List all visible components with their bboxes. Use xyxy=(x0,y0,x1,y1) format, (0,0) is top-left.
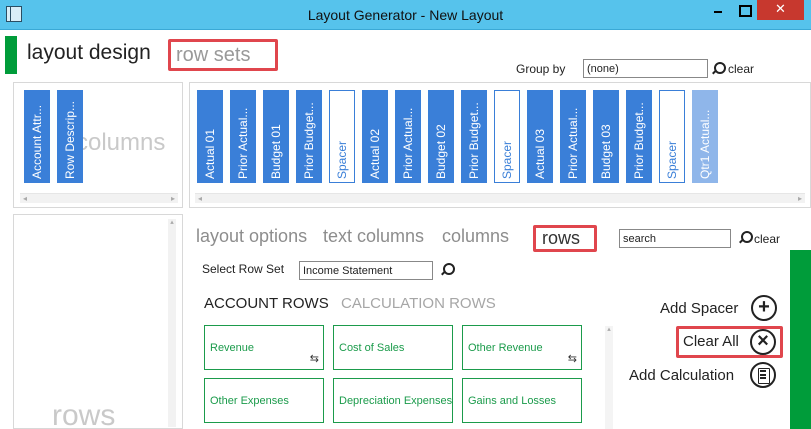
layout-column-tile-label: Spacer xyxy=(665,140,679,179)
rows-search-icon[interactable] xyxy=(738,231,753,245)
minimize-button[interactable] xyxy=(705,0,731,20)
row-tile-label: Revenue xyxy=(210,342,255,354)
row-tile-4[interactable]: Depreciation Expenses xyxy=(333,378,453,423)
row-tile-5[interactable]: Gains and Losses xyxy=(462,378,582,423)
rows-v-scrollbar[interactable]: ▴ xyxy=(168,219,176,427)
tab-calculation-rows[interactable]: CALCULATION ROWS xyxy=(341,295,496,312)
row-tile-2[interactable]: Other Revenue ⇆ xyxy=(462,325,582,370)
layout-column-tile-label: Prior Actual... xyxy=(236,107,250,179)
tab-text-columns[interactable]: text columns xyxy=(323,226,424,247)
layout-column-tile-2[interactable]: Budget 01 xyxy=(263,90,289,183)
swap-icon[interactable]: ⇆ xyxy=(310,354,319,365)
layout-column-tile-label: Spacer xyxy=(335,140,349,179)
layout-column-tile-12[interactable]: Budget 03 xyxy=(593,90,619,183)
rows-search-input[interactable] xyxy=(619,229,731,248)
layout-column-tile-9[interactable]: Spacer xyxy=(494,90,520,183)
layout-column-tile-label: Spacer xyxy=(500,140,514,179)
group-by-search-icon[interactable] xyxy=(711,62,726,76)
tab-rows[interactable]: rows xyxy=(533,225,597,252)
row-tile-label: Cost of Sales xyxy=(339,342,405,354)
header-accent-bar xyxy=(5,36,17,74)
layout-column-tile-label: Actual 01 xyxy=(203,128,217,179)
layout-column-tile-8[interactable]: Prior Budget... xyxy=(461,90,487,183)
right-accent-bar xyxy=(790,250,811,429)
tab-columns[interactable]: columns xyxy=(442,226,509,247)
layout-column-tile-label: Budget 03 xyxy=(599,124,613,179)
row-tile-label: Gains and Losses xyxy=(468,395,557,407)
layout-column-tile-label: Actual 02 xyxy=(368,128,382,179)
add-spacer-plus-icon[interactable]: + xyxy=(751,295,777,321)
layout-column-tile-3[interactable]: Prior Budget... xyxy=(296,90,322,183)
row-tile-3[interactable]: Other Expenses xyxy=(204,378,324,423)
layout-column-tile-4[interactable]: Spacer xyxy=(329,90,355,183)
layout-column-tile-label: Prior Budget... xyxy=(632,102,646,179)
add-calculation-label[interactable]: Add Calculation xyxy=(629,367,734,384)
layout-column-tile-13[interactable]: Prior Budget... xyxy=(626,90,652,183)
layout-column-tile-label: Budget 02 xyxy=(434,124,448,179)
available-column-tile-label: Account Attr... xyxy=(30,104,44,179)
available-column-tile-label: Row Descrip... xyxy=(63,100,77,179)
clear-all-x-icon[interactable]: × xyxy=(750,329,776,355)
layout-column-tile-label: Prior Actual... xyxy=(401,107,415,179)
maximize-button[interactable] xyxy=(731,0,757,20)
tab-layout-options[interactable]: layout options xyxy=(196,226,307,247)
group-by-clear-link[interactable]: clear xyxy=(728,62,754,76)
layout-column-tile-1[interactable]: Prior Actual... xyxy=(230,90,256,183)
layout-column-tile-label: Qtr1 Actual... xyxy=(698,109,712,179)
rows-ghost-label: rows xyxy=(52,399,116,429)
row-tile-0[interactable]: Revenue ⇆ xyxy=(204,325,324,370)
add-spacer-label[interactable]: Add Spacer xyxy=(660,300,738,317)
calculator-icon[interactable] xyxy=(750,362,776,388)
row-set-field[interactable] xyxy=(299,261,433,280)
select-row-set-label: Select Row Set xyxy=(202,262,285,276)
layout-column-tile-11[interactable]: Prior Actual... xyxy=(560,90,586,183)
tab-layout-design[interactable]: layout design xyxy=(27,41,151,65)
layout-column-tile-7[interactable]: Budget 02 xyxy=(428,90,454,183)
columns-h-scrollbar[interactable]: ◂ ▸ xyxy=(20,193,178,203)
rows-search-clear-link[interactable]: clear xyxy=(754,232,780,246)
available-column-tile-0[interactable]: Account Attr... xyxy=(24,90,50,183)
layout-column-tile-14[interactable]: Spacer xyxy=(659,90,685,183)
group-by-field[interactable] xyxy=(583,59,708,78)
layout-column-tile-0[interactable]: Actual 01 xyxy=(197,90,223,183)
row-tile-label: Other Expenses xyxy=(210,395,289,407)
available-column-tile-1[interactable]: Row Descrip... xyxy=(57,90,83,183)
row-set-search-icon[interactable] xyxy=(440,263,455,277)
title-bar: Layout Generator - New Layout ✕ xyxy=(0,0,811,30)
layout-column-tile-10[interactable]: Actual 03 xyxy=(527,90,553,183)
row-tile-label: Other Revenue xyxy=(468,342,543,354)
clear-all-label[interactable]: Clear All xyxy=(683,333,739,350)
row-tiles-v-scrollbar[interactable]: ▴ xyxy=(605,326,613,429)
swap-icon[interactable]: ⇆ xyxy=(568,354,577,365)
layout-column-tile-label: Prior Actual... xyxy=(566,107,580,179)
layout-column-tile-label: Actual 03 xyxy=(533,128,547,179)
layout-column-tile-label: Prior Budget... xyxy=(467,102,481,179)
row-tile-1[interactable]: Cost of Sales xyxy=(333,325,453,370)
tab-row-sets[interactable]: row sets xyxy=(168,39,278,71)
layout-column-tile-label: Budget 01 xyxy=(269,124,283,179)
row-tile-label: Depreciation Expenses xyxy=(339,395,453,407)
layout-column-tile-6[interactable]: Prior Actual... xyxy=(395,90,421,183)
group-by-label: Group by xyxy=(516,62,566,76)
layout-generator-window: Layout Generator - New Layout ✕ layout d… xyxy=(0,0,811,429)
window-title: Layout Generator - New Layout xyxy=(307,7,504,23)
layout-h-scrollbar[interactable]: ◂ ▸ xyxy=(195,193,805,203)
layout-column-tile-15[interactable]: Qtr1 Actual... xyxy=(692,90,718,183)
close-button[interactable]: ✕ xyxy=(757,0,804,20)
layout-column-tile-label: Prior Budget... xyxy=(302,102,316,179)
tab-account-rows[interactable]: ACCOUNT ROWS xyxy=(204,295,329,312)
rows-panel: ▴ rows xyxy=(13,214,183,429)
columns-ghost-label: columns xyxy=(76,129,166,156)
layout-column-tile-5[interactable]: Actual 02 xyxy=(362,90,388,183)
